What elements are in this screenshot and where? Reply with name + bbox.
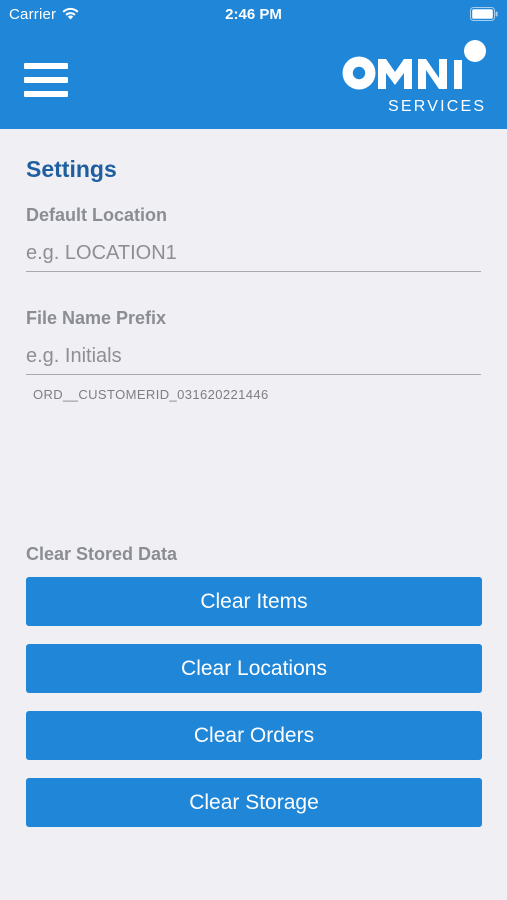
default-location-label: Default Location [26,205,168,225]
menu-icon [24,77,68,83]
clear-stored-data-label: Clear Stored Data [26,544,178,564]
battery-icon [470,7,498,21]
menu-icon [24,91,68,97]
clear-storage-button[interactable]: Clear Storage [26,778,482,827]
file-name-prefix-label: File Name Prefix [26,308,167,328]
clear-orders-button[interactable]: Clear Orders [26,711,482,760]
file-name-prefix-input[interactable] [26,338,481,375]
settings-screen: Settings Default Location File Name Pref… [0,129,507,900]
omni-services-logo: SERVICES [342,40,486,114]
default-location-input[interactable] [26,235,481,272]
clear-locations-button[interactable]: Clear Locations [26,644,482,693]
page-title: Settings [26,156,117,182]
menu-icon [24,63,68,69]
file-name-preview: ORD__CUSTOMERID_031620221446 [33,387,269,402]
logo-subtitle: SERVICES [388,98,486,114]
status-bar: Carrier 2:46 PM [0,0,507,30]
clear-items-button[interactable]: Clear Items [26,577,482,626]
clock-time: 2:46 PM [225,6,282,23]
hamburger-menu-button[interactable] [24,60,68,100]
navigation-bar: SERVICES [0,30,507,129]
